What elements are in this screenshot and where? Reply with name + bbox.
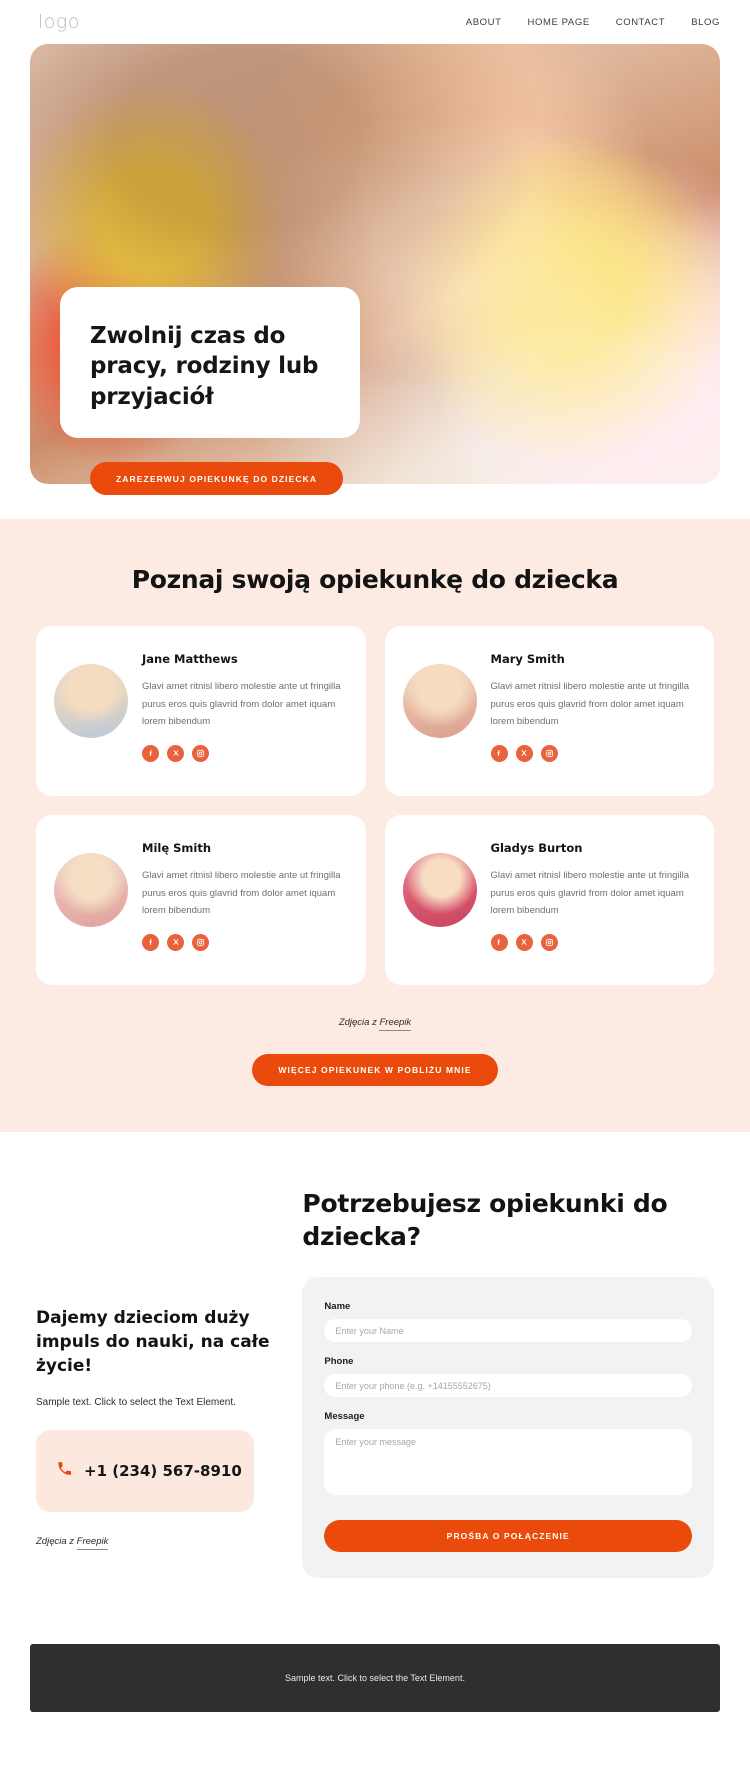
member-name: Gladys Burton: [490, 841, 583, 855]
x-twitter-icon[interactable]: [515, 933, 533, 951]
social-links: [142, 933, 348, 951]
image-credit-prefix: Zdjęcia z: [36, 1535, 77, 1547]
nav-item-home-page[interactable]: HOME PAGE: [528, 17, 590, 28]
phone-icon: [56, 1460, 73, 1482]
main-navigation: ABOUT HOME PAGE CONTACT BLOG: [466, 17, 720, 28]
name-input[interactable]: [324, 1319, 692, 1342]
contact-form-heading: Potrzebujesz opiekunki do dziecka?: [302, 1189, 668, 1251]
contact-section: Dajemy dzieciom duży impuls do nauki, na…: [0, 1132, 750, 1644]
instagram-icon[interactable]: [192, 744, 209, 762]
team-member-card: Gladys Burton Glavi amet ritnisl libero …: [384, 815, 714, 985]
phone-label: Phone: [324, 1356, 354, 1367]
member-name: Mary Smith: [490, 652, 565, 666]
image-credit: Zdjęcia z Freepik: [0, 1017, 750, 1031]
team-member-card: Mary Smith Glavi amet ritnisl libero mol…: [384, 626, 714, 796]
hero-text-card: Zwolnij czas do pracy, rodziny lub przyj…: [60, 287, 360, 439]
freepik-link[interactable]: Freepik: [76, 1535, 109, 1550]
x-twitter-icon[interactable]: [167, 744, 184, 762]
social-links: [490, 933, 697, 951]
facebook-icon[interactable]: [142, 744, 159, 762]
logo[interactable]: logo: [38, 11, 80, 33]
contact-sample-text: Sample text. Click to select the Text El…: [36, 1397, 236, 1409]
member-description: Glavi amet ritnisl libero molestie ante …: [490, 870, 690, 917]
nav-item-blog[interactable]: BLOG: [691, 17, 720, 28]
message-input[interactable]: [324, 1429, 692, 1495]
site-header: logo ABOUT HOME PAGE CONTACT BLOG: [0, 0, 750, 44]
x-twitter-icon[interactable]: [515, 744, 533, 762]
instagram-icon[interactable]: [540, 744, 558, 762]
name-label: Name: [324, 1301, 351, 1312]
team-member-card: Jane Matthews Glavi amet ritnisl libero …: [36, 626, 366, 796]
social-links: [490, 744, 697, 762]
image-credit: Zdjęcia z Freepik: [36, 1535, 280, 1550]
facebook-icon[interactable]: [490, 744, 508, 762]
freepik-link[interactable]: Freepik: [379, 1017, 412, 1031]
contact-left-heading: Dajemy dzieciom duży impuls do nauki, na…: [36, 1308, 270, 1377]
image-credit-prefix: Zdjęcia z: [338, 1017, 380, 1028]
book-babysitter-button[interactable]: ZAREZERWUJ OPIEKUNKĘ DO DZIECKA: [90, 462, 344, 495]
contact-form: Name Phone Message PROŚBA O POŁĄCZENIE: [302, 1277, 714, 1578]
instagram-icon[interactable]: [192, 933, 209, 951]
x-twitter-icon[interactable]: [167, 933, 184, 951]
contact-right-column: Potrzebujesz opiekunki do dziecka? Name …: [302, 1188, 714, 1578]
message-label: Message: [324, 1411, 365, 1422]
phone-box[interactable]: +1 (234) 567-8910: [36, 1429, 254, 1512]
avatar: [402, 664, 477, 738]
social-links: [142, 744, 348, 762]
team-member-card: Milę Smith Glavi amet ritnisl libero mol…: [36, 815, 366, 985]
nav-item-contact[interactable]: CONTACT: [616, 17, 665, 28]
avatar: [402, 853, 477, 927]
hero-section: Zwolnij czas do pracy, rodziny lub przyj…: [30, 44, 720, 495]
more-babysitters-button[interactable]: WIĘCEJ OPIEKUNEK W POBLIŻU MNIE: [252, 1054, 498, 1086]
team-heading: Poznaj swoją opiekunkę do dziecka: [131, 565, 619, 594]
member-name: Jane Matthews: [142, 652, 238, 666]
phone-input[interactable]: [324, 1374, 692, 1397]
request-call-button[interactable]: PROŚBA O POŁĄCZENIE: [324, 1520, 692, 1552]
nav-item-about[interactable]: ABOUT: [466, 17, 502, 28]
footer-text: Sample text. Click to select the Text El…: [285, 1673, 465, 1683]
contact-left-column: Dajemy dzieciom duży impuls do nauki, na…: [36, 1188, 280, 1578]
team-grid: Jane Matthews Glavi amet ritnisl libero …: [0, 626, 750, 985]
team-section: Poznaj swoją opiekunkę do dziecka Jane M…: [0, 519, 750, 1132]
avatar: [54, 853, 128, 927]
phone-number: +1 (234) 567-8910: [84, 1461, 242, 1480]
site-footer: Sample text. Click to select the Text El…: [30, 1644, 720, 1712]
hero-title: Zwolnij czas do pracy, rodziny lub przyj…: [90, 323, 319, 410]
facebook-icon[interactable]: [490, 933, 508, 951]
avatar: [54, 664, 128, 738]
instagram-icon[interactable]: [540, 933, 558, 951]
facebook-icon[interactable]: [142, 933, 159, 951]
member-description: Glavi amet ritnisl libero molestie ante …: [142, 870, 341, 917]
member-description: Glavi amet ritnisl libero molestie ante …: [490, 681, 690, 728]
member-name: Milę Smith: [142, 841, 212, 855]
member-description: Glavi amet ritnisl libero molestie ante …: [142, 681, 341, 728]
